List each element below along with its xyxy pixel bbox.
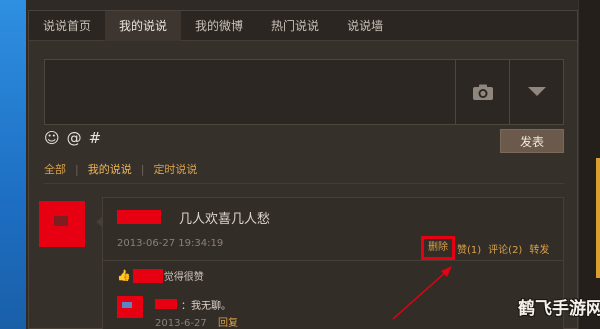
emoji-icon[interactable]: ☺ [44, 129, 60, 147]
filter-separator: | [75, 162, 79, 176]
tab-hot-shuoshuo[interactable]: 热门说说 [257, 11, 333, 41]
watermark-logo: 鹤飞手游网 [518, 299, 600, 319]
filter-scheduled[interactable]: 定时说说 [153, 161, 197, 177]
comment-button[interactable]: 评论(2) [488, 241, 522, 256]
post-timestamp: 2013-06-27 19:34:19 [117, 238, 224, 249]
photo-upload-button[interactable] [455, 60, 509, 124]
tab-my-weibo[interactable]: 我的微博 [181, 11, 257, 41]
card-divider [103, 260, 563, 261]
right-edge [578, 0, 600, 329]
scroll-accent [596, 158, 600, 278]
tab-my-shuoshuo[interactable]: 我的说说 [105, 11, 182, 41]
likes-summary: 👍 觉得很赞 [117, 268, 204, 283]
liker-name-redacted[interactable] [132, 268, 163, 283]
composer-box [44, 59, 564, 125]
thumbs-up-icon: 👍 [117, 269, 131, 282]
forward-button[interactable]: 转发 [529, 241, 549, 256]
comment-text: ：我无聊。 [181, 301, 231, 312]
reply-link[interactable]: 回复 [218, 318, 238, 329]
triangle-down-icon [527, 87, 546, 96]
filter-my-shuoshuo[interactable]: 我的说说 [88, 161, 132, 177]
delete-button[interactable]: 删除 [421, 236, 455, 260]
post-button[interactable]: 发表 [500, 129, 564, 153]
feed-item: 几人欢喜几人愁 2013-06-27 19:34:19 删除 赞(1) 评论(2… [96, 197, 564, 329]
user-avatar-redacted[interactable] [39, 201, 85, 247]
filter-separator: | [140, 162, 145, 176]
post-actions: 删除 赞(1) 评论(2) 转发 [421, 236, 549, 260]
comment-meta: 2013-6-27 回复 [155, 314, 238, 329]
desktop-background [0, 0, 26, 329]
like-button[interactable]: 赞(1) [457, 241, 481, 256]
commenter-name-redacted[interactable] [155, 299, 177, 309]
likes-text: 觉得很赞 [163, 272, 204, 283]
composer-tools: ☺ @ # [44, 129, 101, 147]
tab-shuoshuo-wall[interactable]: 说说墙 [333, 11, 397, 41]
divider [44, 183, 564, 184]
commenter-avatar-redacted[interactable] [117, 296, 143, 318]
status-input[interactable] [45, 60, 455, 124]
post-content: 几人欢喜几人愁 [179, 212, 271, 227]
mention-icon[interactable]: @ [67, 129, 82, 147]
topic-icon[interactable]: # [89, 129, 102, 147]
tab-shuoshuo-home[interactable]: 说说首页 [29, 11, 105, 41]
tab-bar: 说说首页 我的说说 我的微博 热门说说 说说墙 [29, 11, 577, 41]
comment-date: 2013-6-27 [155, 318, 207, 329]
username-redacted[interactable] [117, 210, 161, 224]
more-options-button[interactable] [509, 60, 563, 124]
qzone-shuoshuo-panel: 说说首页 我的说说 我的微博 热门说说 说说墙 ☺ @ # 发表 全部 | 我的… [28, 10, 578, 329]
feed-filter: 全部 | 我的说说 | 定时说说 [44, 161, 197, 177]
filter-all[interactable]: 全部 [44, 161, 66, 177]
camera-icon [472, 84, 493, 100]
